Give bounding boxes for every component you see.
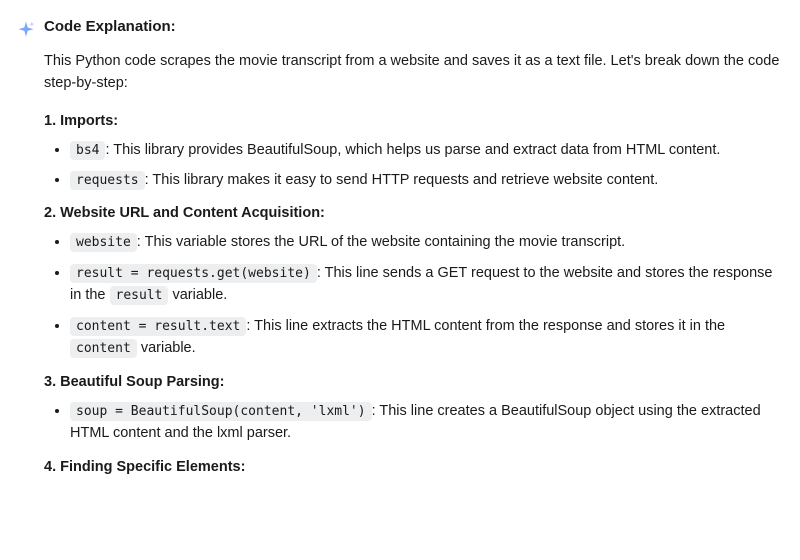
section-heading: 3. Beautiful Soup Parsing: bbox=[44, 374, 780, 390]
section-heading: 2. Website URL and Content Acquisition: bbox=[44, 205, 780, 221]
explanation-title: Code Explanation: bbox=[44, 18, 780, 35]
list-item: content = result.text: This line extract… bbox=[70, 315, 780, 360]
list-item: bs4: This library provides BeautifulSoup… bbox=[70, 139, 780, 161]
list-item: website: This variable stores the URL of… bbox=[70, 231, 780, 253]
code-token: website bbox=[70, 233, 137, 252]
section-list: website: This variable stores the URL of… bbox=[44, 231, 780, 359]
item-text: : This library makes it easy to send HTT… bbox=[145, 172, 659, 188]
code-token: content bbox=[70, 339, 137, 358]
sparkle-icon bbox=[16, 27, 36, 44]
code-token: bs4 bbox=[70, 141, 105, 160]
section-list: soup = BeautifulSoup(content, 'lxml'): T… bbox=[44, 400, 780, 445]
code-token: requests bbox=[70, 171, 145, 190]
section-list: bs4: This library provides BeautifulSoup… bbox=[44, 139, 780, 192]
item-text: : This library provides BeautifulSoup, w… bbox=[105, 142, 720, 158]
section-heading: 4. Finding Specific Elements: bbox=[44, 459, 780, 475]
document-root: Code Explanation: This Python code scrap… bbox=[0, 0, 800, 485]
item-text: : This variable stores the URL of the we… bbox=[137, 234, 625, 250]
icon-gutter bbox=[16, 18, 44, 485]
code-token: content = result.text bbox=[70, 317, 246, 336]
item-text: : This line extracts the HTML content fr… bbox=[246, 318, 725, 334]
explanation-body: Code Explanation: This Python code scrap… bbox=[44, 18, 780, 485]
list-item: soup = BeautifulSoup(content, 'lxml'): T… bbox=[70, 400, 780, 445]
item-text: variable. bbox=[137, 340, 196, 356]
item-text: variable. bbox=[168, 287, 227, 303]
explanation-intro: This Python code scrapes the movie trans… bbox=[44, 51, 780, 95]
list-item: result = requests.get(website): This lin… bbox=[70, 262, 780, 307]
section-heading: 1. Imports: bbox=[44, 113, 780, 129]
code-token: result = requests.get(website) bbox=[70, 264, 317, 283]
list-item: requests: This library makes it easy to … bbox=[70, 169, 780, 191]
code-token: soup = BeautifulSoup(content, 'lxml') bbox=[70, 402, 372, 421]
code-token: result bbox=[110, 286, 169, 305]
